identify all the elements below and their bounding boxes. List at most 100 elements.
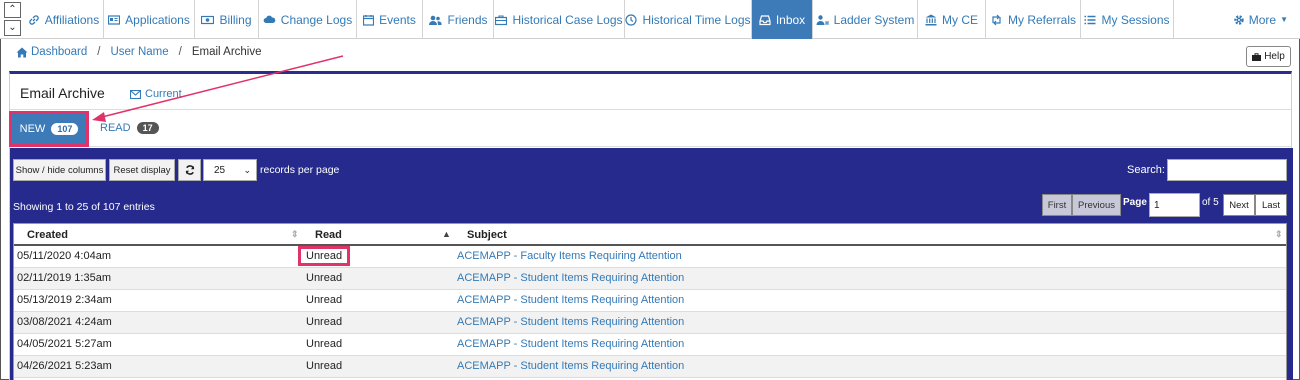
tab-read[interactable]: READ 17 — [100, 122, 159, 134]
page-label: Page — [1123, 197, 1147, 208]
tab-label: Inbox — [775, 12, 806, 27]
institution-icon — [925, 14, 937, 25]
refresh-button[interactable] — [178, 159, 201, 181]
tab-inbox[interactable]: Inbox — [752, 0, 813, 39]
created-cell: 05/13/2019 2:34am — [17, 294, 112, 306]
subject-link[interactable]: ACEMAPP - Student Items Requiring Attent… — [457, 316, 684, 328]
tab-label: Historical Time Logs — [642, 12, 751, 27]
tab-label: Ladder System — [833, 12, 915, 27]
page-number-input[interactable] — [1149, 193, 1200, 217]
created-cell: 05/11/2020 4:04am — [17, 250, 111, 262]
tab-applications[interactable]: Applications — [104, 0, 195, 39]
read-status-cell: Unread — [297, 246, 351, 266]
tab-read-label: READ — [100, 122, 131, 134]
chevron-down-icon: ⌄ — [243, 164, 251, 175]
briefcase-icon — [1252, 52, 1262, 61]
collapse-up-icon[interactable]: ⌃ — [4, 2, 21, 18]
tab-label: Friends — [447, 12, 488, 27]
email-archive-panel: Email Archive Current NEW 107 READ 17 Sh… — [9, 71, 1293, 380]
records-per-page-label: records per page — [260, 164, 340, 176]
subject-link[interactable]: ACEMAPP - Faculty Items Requiring Attent… — [457, 250, 682, 262]
tab-affiliations[interactable]: Affiliations — [24, 0, 104, 39]
breadcrumb-dashboard-link[interactable]: Dashboard — [31, 46, 87, 58]
tab-label: Billing — [219, 12, 252, 27]
inbox-icon — [759, 14, 771, 25]
table-row[interactable]: 03/08/2021 4:24am Unread ACEMAPP - Stude… — [14, 312, 1286, 334]
table-row[interactable]: 04/26/2021 5:23am Unread ACEMAPP - Stude… — [14, 356, 1286, 378]
new-count-badge: 107 — [51, 123, 79, 135]
subject-link[interactable]: ACEMAPP - Student Items Requiring Attent… — [457, 360, 684, 372]
breadcrumb-separator: / — [178, 46, 182, 58]
search-label: Search: — [1127, 164, 1165, 176]
column-header-subject[interactable]: Subject — [467, 229, 507, 241]
sort-icon[interactable]: ⇕ — [1275, 229, 1283, 240]
envelope-icon — [130, 89, 141, 99]
subject-link[interactable]: ACEMAPP - Student Items Requiring Attent… — [457, 272, 684, 284]
current-link[interactable]: Current — [130, 88, 182, 100]
reset-display-button[interactable]: Reset display — [109, 159, 175, 181]
next-page-button[interactable]: Next — [1223, 194, 1255, 216]
tab-new[interactable]: NEW 107 — [9, 111, 89, 147]
datatable-container: Show / hide columns Reset display 25 ⌄ r… — [10, 148, 1293, 380]
tab-label: Change Logs — [280, 12, 353, 27]
table-row[interactable]: 02/11/2019 1:35am Unread ACEMAPP - Stude… — [14, 268, 1286, 290]
tab-historical-time-logs[interactable]: Historical Time Logs — [625, 0, 752, 39]
tab-events[interactable]: Events — [357, 0, 423, 39]
column-header-created[interactable]: Created — [27, 229, 68, 241]
email-table: Created ⇕ Read ▲ Subject ⇕ 05/11/2020 4:… — [13, 223, 1287, 380]
created-cell: 04/26/2021 5:23am — [17, 360, 112, 372]
last-page-button[interactable]: Last — [1255, 194, 1287, 216]
money-icon — [201, 15, 215, 24]
tab-my-ce[interactable]: My CE — [918, 0, 986, 39]
tab-change-logs[interactable]: Change Logs — [259, 0, 357, 39]
column-header-read[interactable]: Read — [315, 229, 342, 241]
table-row[interactable]: 04/05/2021 5:27am Unread ACEMAPP - Stude… — [14, 334, 1286, 356]
briefcase-icon — [495, 14, 508, 25]
table-row[interactable]: 05/11/2020 4:04am Unread ACEMAPP - Facul… — [14, 246, 1286, 268]
tab-new-label: NEW — [19, 123, 46, 135]
sort-icon[interactable]: ⇕ — [291, 229, 299, 240]
id-card-icon — [108, 14, 121, 25]
top-navigation: ⌃ ⌄ Affiliations Applications Billing Ch… — [0, 0, 1300, 39]
help-button[interactable]: Help — [1246, 46, 1291, 67]
calendar-icon — [363, 14, 375, 26]
tab-my-sessions[interactable]: My Sessions — [1081, 0, 1174, 39]
sort-asc-icon[interactable]: ▲ — [442, 229, 451, 239]
subject-link[interactable]: ACEMAPP - Student Items Requiring Attent… — [457, 294, 684, 306]
tab-ladder-system[interactable]: Ladder System — [813, 0, 918, 39]
page-size-select[interactable]: 25 ⌄ — [203, 159, 257, 181]
read-status-cell: Unread — [306, 316, 343, 328]
expand-down-icon[interactable]: ⌄ — [4, 20, 21, 36]
tab-label: Events — [379, 12, 416, 27]
page-size-value: 25 — [214, 164, 226, 176]
tab-label: My CE — [942, 12, 978, 27]
table-info: Showing 1 to 25 of 107 entries — [13, 201, 155, 213]
created-cell: 02/11/2019 1:35am — [17, 272, 111, 284]
list-icon — [1084, 15, 1096, 24]
subject-link[interactable]: ACEMAPP - Student Items Requiring Attent… — [457, 338, 684, 350]
refresh-icon — [185, 165, 194, 175]
read-status-cell: Unread — [306, 294, 343, 306]
tab-label: Affiliations — [44, 12, 100, 27]
tab-friends[interactable]: Friends — [423, 0, 494, 39]
show-hide-columns-button[interactable]: Show / hide columns — [13, 159, 106, 181]
previous-page-button[interactable]: Previous — [1072, 194, 1121, 216]
read-status-cell: Unread — [306, 360, 343, 372]
breadcrumb-user-link[interactable]: User Name — [110, 46, 168, 58]
tab-my-referrals[interactable]: My Referrals — [986, 0, 1081, 39]
table-row[interactable]: 05/13/2019 2:34am Unread ACEMAPP - Stude… — [14, 290, 1286, 312]
tab-label: Historical Case Logs — [512, 12, 623, 27]
search-input[interactable] — [1167, 159, 1287, 181]
more-menu-button[interactable]: More ▼ — [1233, 0, 1288, 39]
first-page-button[interactable]: First — [1042, 194, 1072, 216]
link-icon — [29, 14, 39, 25]
tab-historical-case-logs[interactable]: Historical Case Logs — [494, 0, 625, 39]
created-cell: 03/08/2021 4:24am — [17, 316, 112, 328]
page-title: Email Archive — [20, 85, 105, 101]
more-label: More — [1248, 12, 1277, 27]
cloud-icon — [263, 15, 276, 23]
clock-icon — [625, 13, 638, 26]
users-icon — [429, 15, 443, 25]
collapse-controls: ⌃ ⌄ — [4, 2, 21, 36]
tab-billing[interactable]: Billing — [195, 0, 259, 39]
